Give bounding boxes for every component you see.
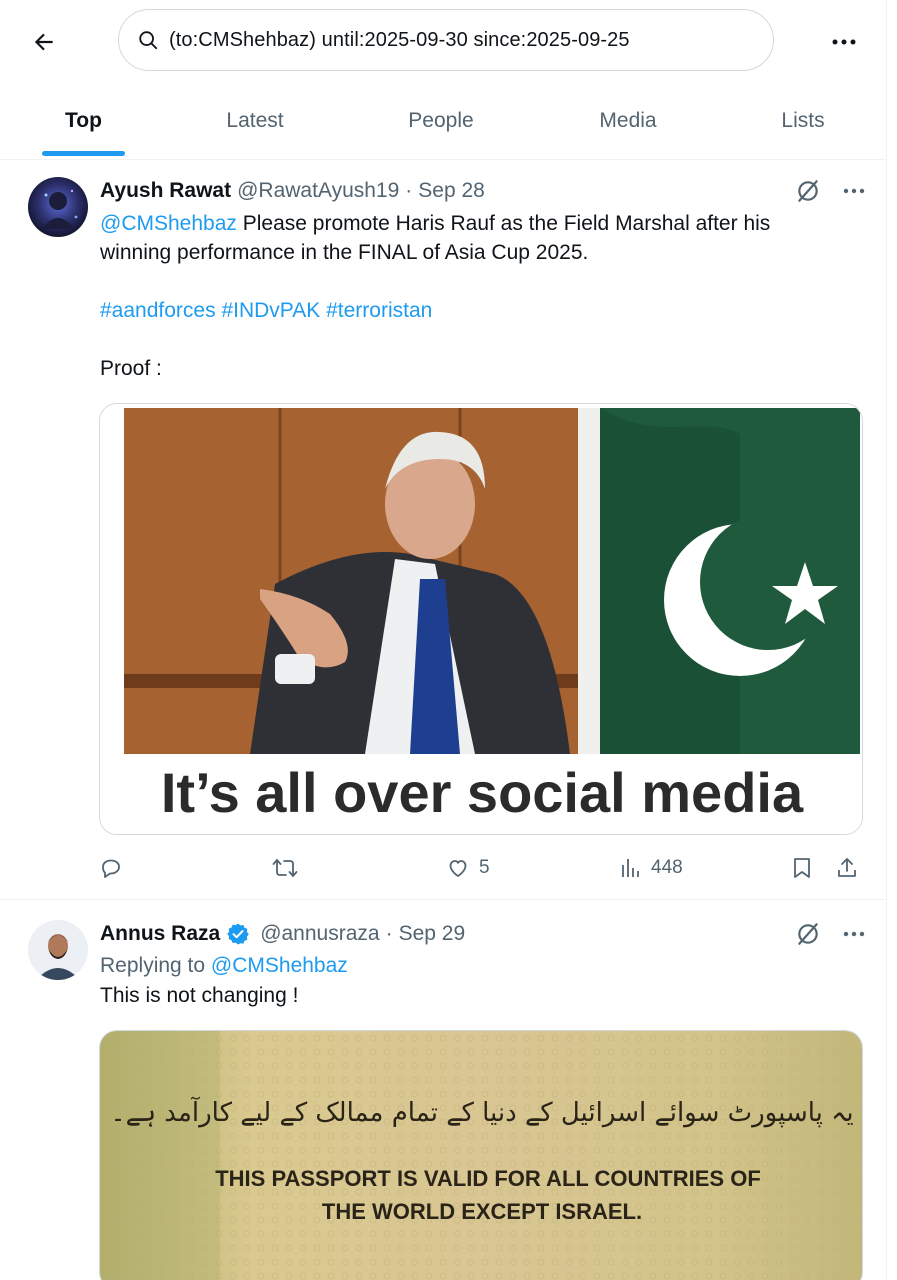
bookmark-button[interactable] [791,850,813,886]
more-icon[interactable] [843,931,865,937]
search-tabs: Top Latest People Media Lists [0,82,887,160]
separator-dot: · [405,179,413,202]
search-icon [137,28,161,52]
tab-top[interactable]: Top [40,82,127,160]
avatar[interactable] [28,177,88,237]
tab-people[interactable]: People [388,82,494,160]
tab-media[interactable]: Media [578,82,678,160]
share-icon [838,858,856,877]
views-button[interactable]: 448 [619,850,683,886]
view-count: 448 [651,857,683,878]
tweet-actions: 5 448 [99,850,864,886]
search-query: (to:CMShehbaz) until:2025-09-30 since:20… [169,28,630,51]
tweet-media-image[interactable]: یہ پاسپورٹ سوائے اسرائیل کے دنیا کے تمام… [99,1030,863,1280]
search-header: (to:CMShehbaz) until:2025-09-30 since:20… [0,0,887,82]
search-input[interactable]: (to:CMShehbaz) until:2025-09-30 since:20… [118,9,774,71]
avatar[interactable] [28,920,88,980]
verified-badge-icon [226,922,250,946]
mention-link[interactable]: @CMShehbaz [100,212,237,235]
reply-icon [102,859,120,878]
tweet-text: Replying to @CMShehbaz This is not chang… [100,951,860,1010]
replying-label: Replying to [100,954,211,977]
active-tab-indicator [42,151,125,156]
reply-button[interactable] [99,850,123,886]
author-handle[interactable]: @annusraza [260,922,379,946]
views-icon [622,859,639,877]
retweet-icon [272,859,298,877]
author-name[interactable]: Annus Raza [100,922,220,946]
like-icon [449,860,467,877]
share-button[interactable] [835,850,859,886]
proof-label: Proof : [100,357,162,380]
author-name[interactable]: Ayush Rawat [100,179,231,203]
tweet-header-actions [795,178,865,204]
timeline-column: (to:CMShehbaz) until:2025-09-30 since:20… [0,0,887,1280]
passport-text-line: THIS PASSPORT IS VALID FOR ALL COUNTRIES… [215,1166,761,1191]
tweet-header: Ayush Rawat @RawatAyush19 · Sep 28 [100,177,485,205]
tweet[interactable]: Annus Raza @annusraza · Sep 29 Replying … [0,900,887,1280]
grok-icon[interactable] [795,921,821,947]
more-icon [832,39,856,45]
tweet[interactable]: Ayush Rawat @RawatAyush19 · Sep 28 @CMSh… [0,160,887,900]
hashtag-link[interactable]: #terroristan [326,299,432,322]
passport-page-photo: یہ پاسپورٹ سوائے اسرائیل کے دنیا کے تمام… [100,1031,862,1280]
tab-lists[interactable]: Lists [760,82,846,160]
more-options-button[interactable] [822,22,866,62]
tweet-header-actions [795,921,865,947]
separator-dot: · [385,922,393,945]
like-button[interactable]: 5 [445,850,490,886]
tab-latest[interactable]: Latest [205,82,305,160]
tweet-header: Annus Raza @annusraza · Sep 29 [100,920,465,948]
tweet-text-line: Please promote Haris Rauf as the Field M… [236,212,771,235]
grok-icon[interactable] [795,178,821,204]
like-count: 5 [479,857,490,878]
urdu-text: یہ پاسپورٹ سوائے اسرائیل کے دنیا کے تمام… [110,1096,853,1128]
hashtag-link[interactable]: #INDvPAK [221,299,320,322]
more-icon[interactable] [843,188,865,194]
replying-to-link[interactable]: @CMShehbaz [211,954,348,977]
media-caption: It’s all over social media [161,761,804,824]
tweet-media-image[interactable]: It’s all over social media [99,403,863,835]
tweet-date[interactable]: Sep 29 [399,922,466,946]
tweet-date[interactable]: Sep 28 [418,179,485,203]
tweet-text-line: winning performance in the FINAL of Asia… [100,241,589,264]
minister-photo: It’s all over social media [100,404,862,834]
tweet-text-line: This is not changing ! [100,984,299,1007]
back-arrow-icon [34,33,53,51]
passport-text-line: THE WORLD EXCEPT ISRAEL. [322,1199,642,1224]
retweet-button[interactable] [272,850,298,886]
bookmark-icon [794,858,810,878]
back-button[interactable] [24,22,64,62]
tweet-text: @CMShehbaz Please promote Haris Rauf as … [100,209,860,383]
author-handle[interactable]: @RawatAyush19 [237,179,399,203]
hashtag-link[interactable]: #aandforces [100,299,216,322]
